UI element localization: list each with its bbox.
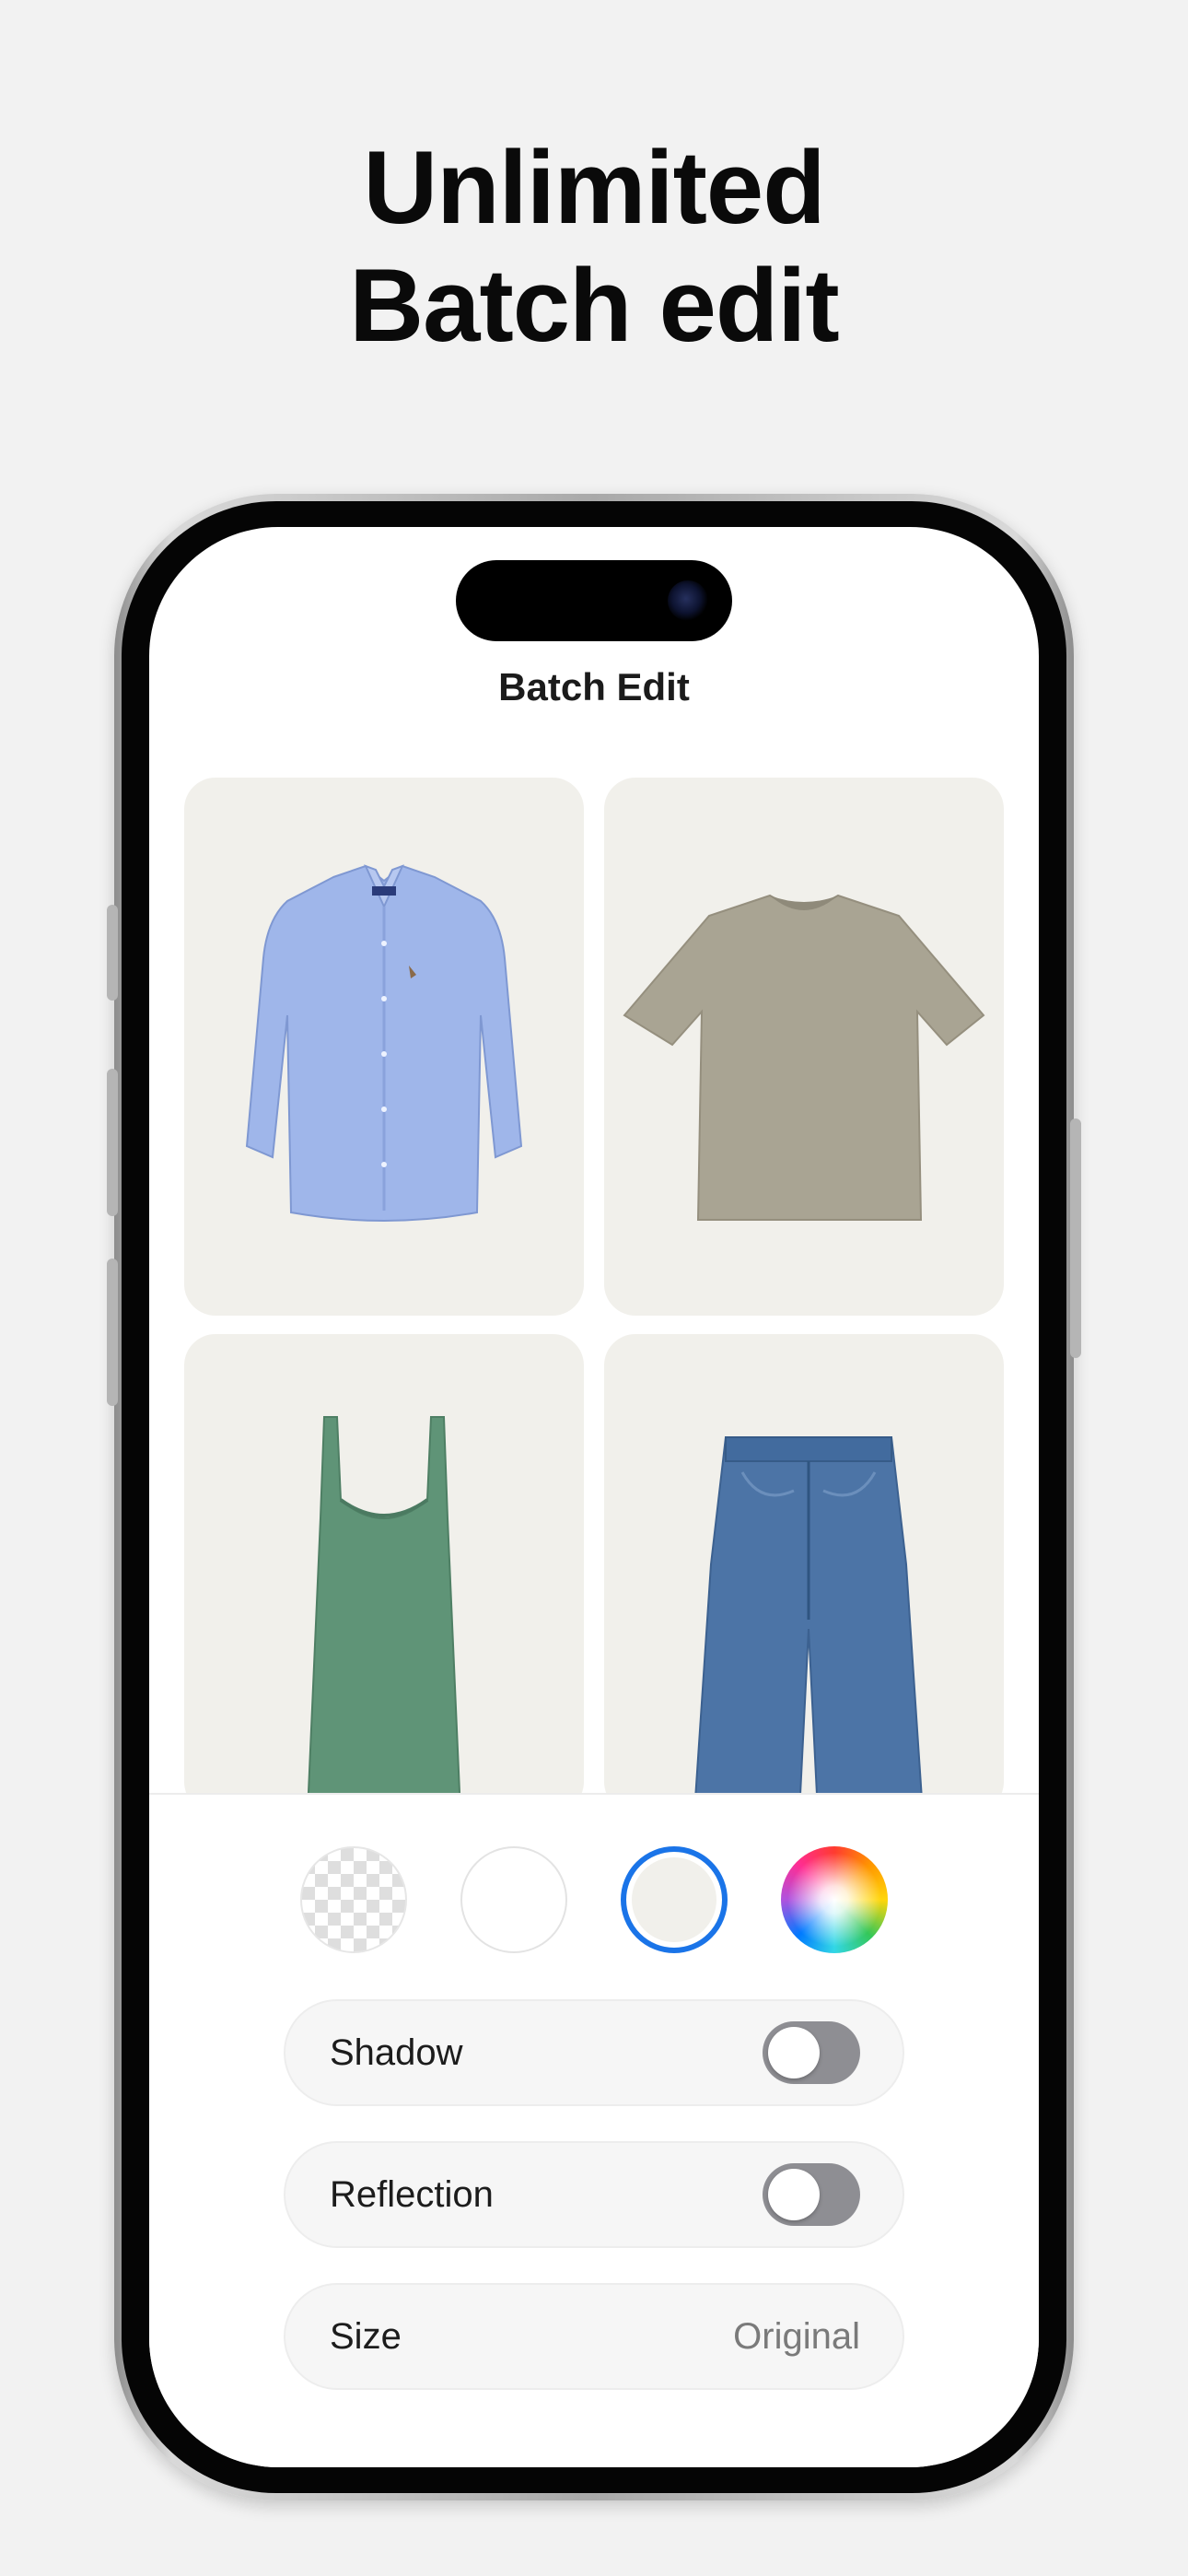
khaki-tshirt-image: [623, 894, 985, 1221]
shadow-row: Shadow: [284, 1999, 904, 2106]
page-title: Batch Edit: [498, 665, 690, 708]
photo-card-dress[interactable]: [184, 1334, 584, 1813]
blue-wide-jeans-image: [693, 1436, 925, 1813]
size-row[interactable]: Size Original: [284, 2283, 904, 2390]
background-white-swatch[interactable]: [460, 1846, 567, 1953]
photo-card-jeans[interactable]: [604, 1334, 1004, 1813]
edit-controls-panel: Shadow Reflection Size Original: [149, 1793, 1039, 2467]
power-button: [1070, 1118, 1081, 1358]
background-cream-swatch-selected[interactable]: [621, 1846, 728, 1953]
headline-line-2: Batch edit: [349, 248, 839, 363]
reflection-label: Reflection: [330, 2174, 494, 2215]
photo-card-tshirt[interactable]: [604, 778, 1004, 1316]
reflection-toggle-knob: [768, 2169, 820, 2220]
background-transparent-swatch[interactable]: [300, 1846, 407, 1953]
action-button: [107, 905, 118, 1001]
headline: Unlimited Batch edit: [0, 129, 1188, 365]
headline-line-1: Unlimited: [363, 130, 825, 245]
volume-up-button: [107, 1069, 118, 1216]
green-tank-dress-image: [306, 1416, 462, 1813]
front-camera-icon: [668, 580, 708, 621]
reflection-row: Reflection: [284, 2141, 904, 2248]
shadow-label: Shadow: [330, 2032, 463, 2073]
photo-card-shirt[interactable]: [184, 778, 584, 1316]
shadow-toggle-knob: [768, 2027, 820, 2078]
size-label: Size: [330, 2316, 402, 2357]
reflection-toggle[interactable]: [763, 2163, 860, 2226]
color-picker-icon[interactable]: [781, 1846, 888, 1953]
dynamic-island: [456, 560, 732, 641]
size-value: Original: [733, 2316, 860, 2357]
blue-oxford-shirt-image: [245, 864, 523, 1222]
shadow-toggle[interactable]: [763, 2021, 860, 2084]
volume-down-button: [107, 1259, 118, 1406]
app-screen: Batch Edit Shadow Reflection Size Origin…: [149, 527, 1039, 2467]
